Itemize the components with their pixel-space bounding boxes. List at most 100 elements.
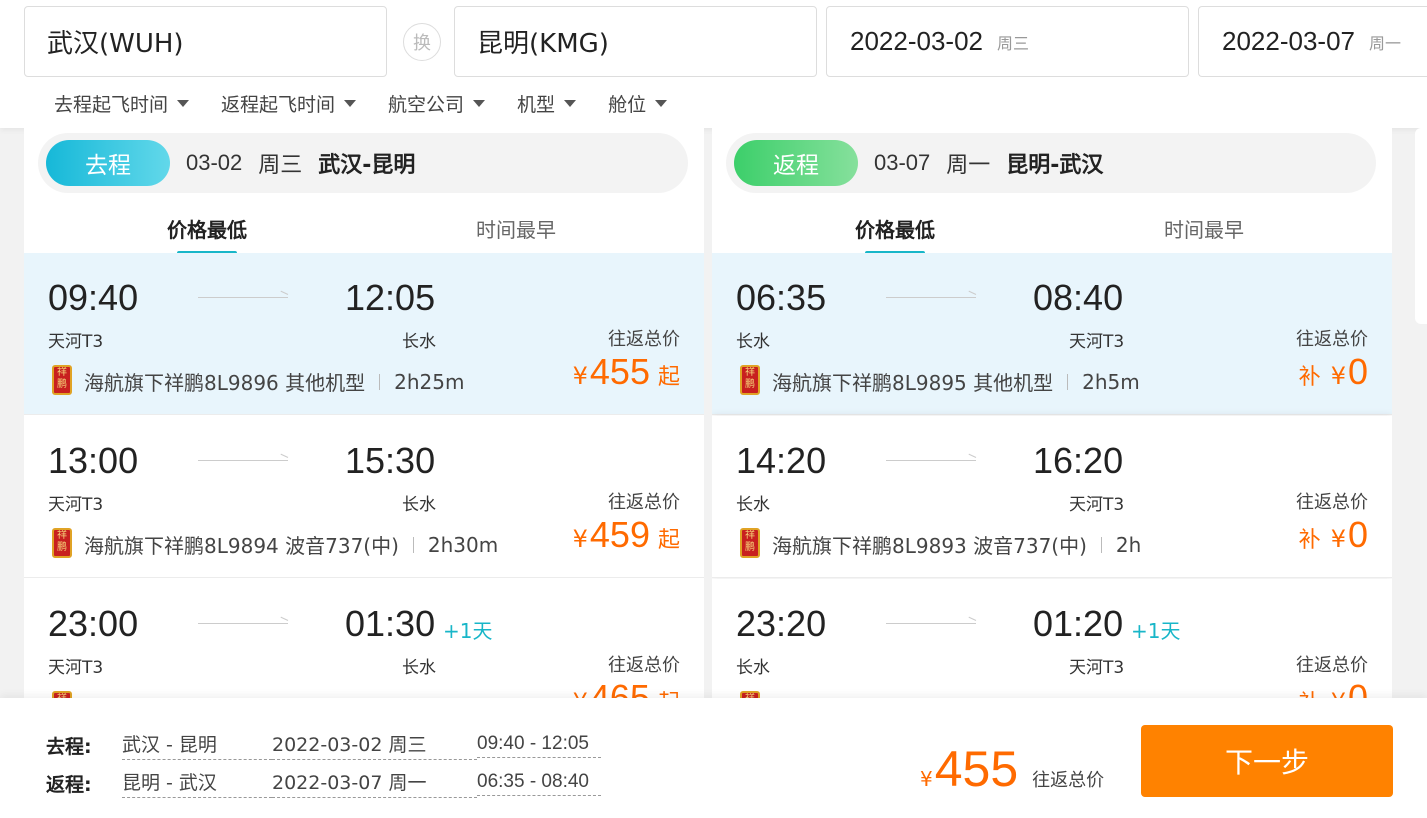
next-step-button[interactable]: 下一步	[1141, 725, 1393, 797]
search-header: 武汉(WUH) 换 昆明(KMG) 2022-03-02 周三 2022-03-…	[0, 0, 1427, 128]
return-weekday: 周一	[946, 153, 991, 178]
summary-outbound-row: 去程: 武汉 - 昆明 2022-03-02 周三 09:40 - 12:05	[46, 730, 601, 760]
departure-time: 09:40	[48, 277, 139, 318]
flight-duration: 2h	[1115, 532, 1142, 557]
arrow-icon	[886, 460, 976, 461]
return-date: 03-07	[874, 150, 931, 175]
return-route: 昆明-武汉	[1006, 153, 1104, 178]
departure-terminal: 长水	[736, 495, 770, 515]
arrival-time: 15:30	[345, 440, 436, 481]
departure-terminal: 天河T3	[48, 332, 104, 352]
return-date-value: 2022-03-07	[1222, 26, 1355, 56]
tab-lowest-price[interactable]: 价格最低	[167, 214, 247, 255]
airline-logo: 祥鹏	[52, 691, 72, 698]
flight-card[interactable]: 23:00 01:30 +1天 天河T3 长水 往返总价 祥鹏 ¥ 465 起	[24, 579, 704, 698]
departure-time: 23:00	[48, 603, 139, 644]
price-amount: 459	[589, 514, 650, 555]
price-amount: 465	[589, 677, 650, 698]
currency-symbol: ¥	[573, 688, 588, 698]
arrival-time: 12:05	[345, 277, 436, 318]
flight-info: 海航旗下祥鹏8L9893 波音737(中) 2h	[772, 530, 1141, 559]
outbound-route: 武汉-昆明	[318, 153, 416, 178]
filter-cabin[interactable]: 舱位	[608, 90, 668, 117]
flight-card[interactable]: 06:35 08:40 长水 天河T3 往返总价 祥鹏 海航旗下祥鹏8L9895…	[712, 253, 1392, 415]
flight-info: 海航旗下祥鹏8L9895 其他机型 2h5m	[772, 367, 1140, 396]
price-amount: 455	[589, 351, 650, 392]
price-prefix: 补	[1299, 685, 1321, 698]
return-date-field[interactable]: 2022-03-07 周一	[1198, 6, 1427, 77]
flight-card[interactable]: 14:20 16:20 长水 天河T3 往返总价 祥鹏 海航旗下祥鹏8L9893…	[712, 416, 1392, 578]
price-label: 往返总价	[608, 655, 680, 676]
arrival-time: 01:30	[345, 603, 436, 644]
return-sort-tabs: 价格最低 时间最早	[712, 198, 1392, 255]
return-trip-bar: 返程 03-07 周一 昆明-武汉	[726, 133, 1376, 193]
chevron-down-icon	[564, 100, 577, 107]
tab-lowest-price[interactable]: 价格最低	[855, 214, 935, 255]
filter-return-time[interactable]: 返程起飞时间	[221, 90, 357, 117]
arrival-terminal: 天河T3	[1069, 658, 1125, 678]
outbound-sort-tabs: 价格最低 时间最早	[24, 198, 704, 255]
airline-logo: 祥鹏	[52, 365, 72, 395]
arrival-time: 08:40	[1033, 277, 1124, 318]
currency-symbol: ¥	[572, 525, 588, 553]
total-price: ¥ 455 往返总价	[920, 740, 1104, 798]
price-prefix: 补	[1298, 365, 1321, 390]
to-city-field[interactable]: 昆明(KMG)	[454, 6, 817, 77]
outbound-weekday: 周三	[258, 153, 303, 178]
chevron-down-icon	[344, 100, 357, 107]
tab-earliest-time[interactable]: 时间最早	[1164, 214, 1244, 243]
next-day-badge: +1天	[1131, 619, 1181, 643]
airline-logo: 祥鹏	[740, 528, 760, 558]
summary-outbound-time: 09:40 - 12:05	[477, 733, 601, 758]
total-currency-symbol: ¥	[920, 767, 933, 791]
filter-label: 舱位	[608, 94, 647, 116]
flight-info: 海航旗下祥鹏8L9896 其他机型 2h25m	[84, 367, 464, 396]
total-label: 往返总价	[1032, 770, 1105, 791]
chevron-down-icon	[473, 100, 486, 107]
departure-time: 13:00	[48, 440, 139, 481]
airline-flight-number: 海航旗下祥鹏8L9896 其他机型	[84, 371, 366, 395]
currency-symbol: ¥	[1330, 525, 1346, 553]
price-amount: 0	[1347, 351, 1368, 392]
arrival-terminal: 天河T3	[1069, 332, 1125, 352]
flight-card[interactable]: 13:00 15:30 天河T3 长水 往返总价 祥鹏 海航旗下祥鹏8L9894…	[24, 416, 704, 578]
flight-info: 海航旗下祥鹏8L9894 波音737(中) 2h30m	[84, 530, 498, 559]
price-prefix: 补	[1298, 528, 1321, 553]
airline-flight-number: 海航旗下祥鹏8L9893 波音737(中)	[772, 534, 1087, 558]
arrow-icon	[198, 623, 288, 624]
airline-flight-number: 海航旗下祥鹏8L9895 其他机型	[772, 371, 1054, 395]
arrival-time: 16:20	[1033, 440, 1124, 481]
swap-cities-button[interactable]: 换	[403, 23, 441, 61]
filter-outbound-time[interactable]: 去程起飞时间	[54, 90, 190, 117]
flight-duration: 2h25m	[394, 369, 465, 394]
filter-label: 返程起飞时间	[221, 94, 336, 116]
price-suffix: 起	[657, 365, 680, 390]
departure-time: 06:35	[736, 277, 827, 318]
return-weekday: 周一	[1369, 33, 1402, 53]
flight-card[interactable]: 23:20 01:20 +1天 长水 天河T3 往返总价 祥鹏 补 ¥ 0	[712, 579, 1392, 698]
filter-label: 去程起飞时间	[54, 94, 169, 116]
flight-duration: 2h5m	[1082, 369, 1140, 394]
scrollbar[interactable]	[1415, 128, 1427, 324]
to-city-value: 昆明(KMG)	[477, 29, 609, 59]
total-amount: 455	[934, 741, 1019, 797]
from-city-field[interactable]: 武汉(WUH)	[24, 6, 387, 77]
currency-symbol: ¥	[1330, 362, 1346, 390]
arrival-terminal: 长水	[402, 658, 436, 678]
flight-card[interactable]: 09:40 12:05 天河T3 长水 往返总价 祥鹏 海航旗下祥鹏8L9896…	[24, 253, 704, 415]
flight-price: 补 ¥ 0	[1299, 514, 1368, 556]
departure-time: 14:20	[736, 440, 827, 481]
price-label: 往返总价	[608, 492, 680, 513]
airline-logo: 祥鹏	[52, 528, 72, 558]
currency-symbol: ¥	[1331, 688, 1346, 698]
filter-airline[interactable]: 航空公司	[388, 90, 486, 117]
tab-earliest-time[interactable]: 时间最早	[476, 214, 556, 243]
booking-summary-bar: 去程: 武汉 - 昆明 2022-03-02 周三 09:40 - 12:05 …	[0, 698, 1427, 818]
departure-terminal: 长水	[736, 332, 770, 352]
divider	[1067, 373, 1069, 390]
depart-date-field[interactable]: 2022-03-02 周三	[826, 6, 1189, 77]
filter-bar: 去程起飞时间 返程起飞时间 航空公司 机型 舱位	[54, 90, 699, 117]
filter-aircraft-type[interactable]: 机型	[517, 90, 577, 117]
price-suffix: 起	[658, 685, 680, 698]
price-label: 往返总价	[1296, 655, 1368, 676]
